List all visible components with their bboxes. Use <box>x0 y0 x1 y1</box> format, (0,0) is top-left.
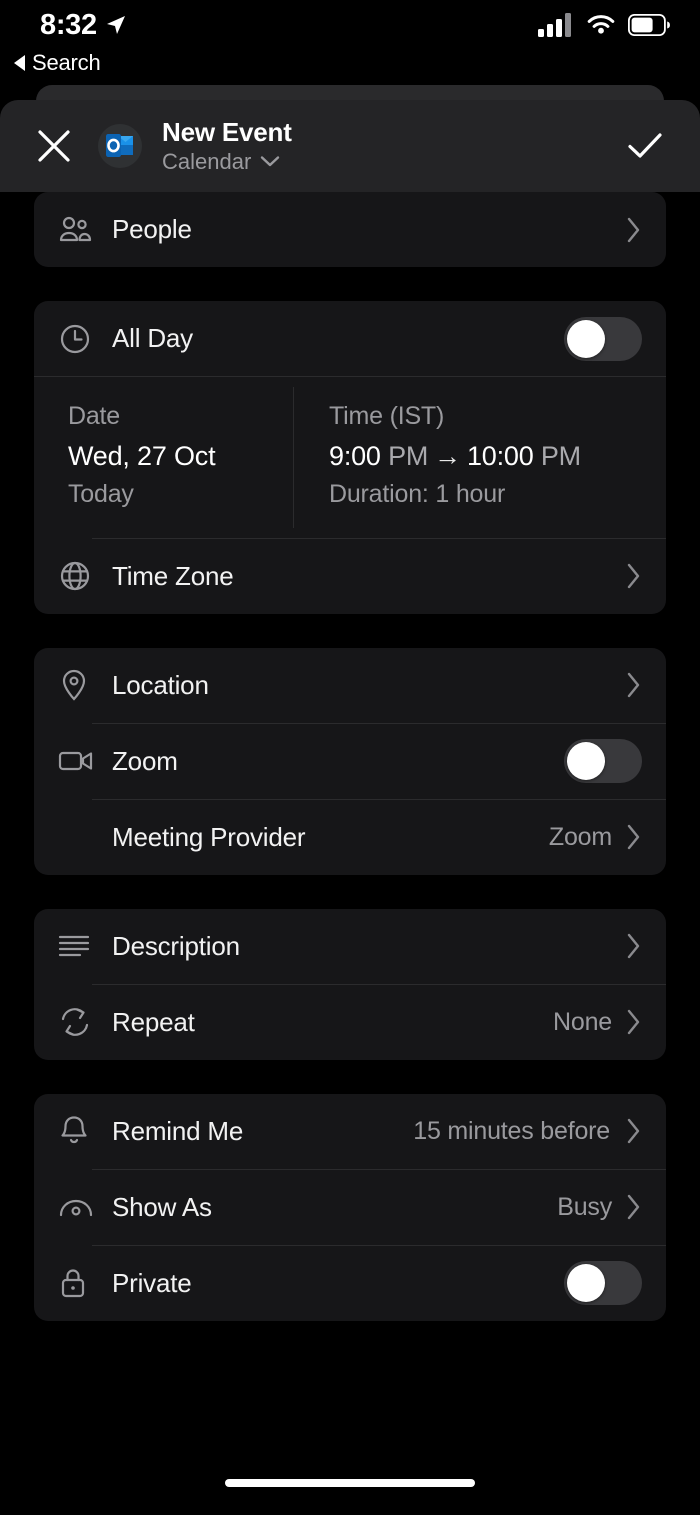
repeat-value: None <box>553 1007 612 1036</box>
home-indicator[interactable] <box>225 1479 475 1487</box>
cellular-signal-icon <box>538 13 571 37</box>
date-value: Wed, 27 Oct <box>68 440 216 471</box>
options-card: Remind Me 15 minutes before Show As Busy <box>34 1093 666 1321</box>
navigation-bar: New Event Calendar <box>0 100 700 192</box>
show-as-value: Busy <box>557 1192 612 1221</box>
row-label: People <box>112 214 192 244</box>
chevron-right-icon <box>627 1119 640 1144</box>
row-label: All Day <box>112 323 193 353</box>
date-relative: Today <box>68 480 134 509</box>
row-all-day[interactable]: All Day <box>34 301 666 376</box>
outlook-logo-icon <box>106 134 133 157</box>
status-bar-left: 8:32 <box>40 9 128 42</box>
repeat-icon <box>58 1006 108 1038</box>
row-label: Private <box>112 1267 192 1298</box>
time-column[interactable]: Time (IST) 9:00 PM → 10:00 PM Duration: 1 … <box>293 377 666 538</box>
wifi-icon <box>587 15 615 34</box>
lines-icon <box>58 933 108 959</box>
toggle-knob <box>567 742 605 781</box>
people-card: People <box>34 192 666 267</box>
status-bar-clock: 8:32 <box>40 8 97 41</box>
row-remind-me[interactable]: Remind Me 15 minutes before <box>34 1094 666 1169</box>
row-label: Description <box>112 930 240 961</box>
eye-icon <box>58 1195 108 1219</box>
remind-me-value: 15 minutes before <box>413 1116 610 1145</box>
date-caption: Date <box>68 402 121 430</box>
close-button[interactable] <box>28 120 80 172</box>
row-label: Repeat <box>112 1006 195 1037</box>
meeting-provider-value: Zoom <box>548 822 612 851</box>
row-show-as[interactable]: Show As Busy <box>34 1170 666 1245</box>
details-card: Description Repeat None <box>34 908 666 1060</box>
row-repeat[interactable]: Repeat None <box>34 985 666 1060</box>
checkmark-icon <box>628 133 662 158</box>
chevron-right-icon <box>627 934 640 959</box>
people-icon <box>58 215 108 245</box>
nav-title-group: New Event Calendar <box>162 116 292 174</box>
video-camera-icon <box>58 747 108 775</box>
time-arrow-icon: → <box>434 440 461 471</box>
row-time-zone[interactable]: Time Zone <box>34 539 666 614</box>
row-zoom[interactable]: Zoom <box>34 724 666 799</box>
row-private[interactable]: Private <box>34 1246 666 1321</box>
close-icon <box>38 130 70 162</box>
date-time-grid: Date Wed, 27 Oct Today Time (IST) 9:00 P… <box>34 377 666 538</box>
time-end-meridiem: PM <box>540 440 581 471</box>
calendar-name: Calendar <box>162 148 252 174</box>
zoom-toggle[interactable] <box>564 739 642 784</box>
time-range: 9:00 PM → 10:00 PM <box>329 436 666 477</box>
row-location[interactable]: Location <box>34 648 666 723</box>
chevron-right-icon <box>627 673 640 698</box>
back-to-search-button[interactable]: Search <box>14 50 101 76</box>
status-bar: 8:32 <box>0 0 700 50</box>
row-label: Zoom <box>112 745 178 776</box>
chevron-right-icon <box>627 217 640 242</box>
chevron-right-icon <box>627 825 640 850</box>
toggle-knob <box>567 1264 605 1303</box>
row-meeting-provider[interactable]: Meeting Provider Zoom <box>34 800 666 875</box>
globe-icon <box>58 559 108 593</box>
row-description[interactable]: Description <box>34 909 666 984</box>
battery-icon <box>628 14 670 36</box>
date-column[interactable]: Date Wed, 27 Oct Today <box>34 377 293 538</box>
time-start: 9:00 <box>329 440 381 471</box>
row-label: Show As <box>112 1191 212 1222</box>
row-label: Remind Me <box>112 1115 244 1146</box>
duration-label: Duration: 1 hour <box>329 480 506 509</box>
status-bar-right <box>538 12 670 38</box>
map-pin-icon <box>58 668 108 702</box>
location-arrow-icon <box>106 16 125 34</box>
time-caption: Time (IST) <box>329 402 445 430</box>
calendar-selector[interactable]: Calendar <box>162 149 292 174</box>
outlook-app-icon <box>98 124 142 168</box>
back-label: Search <box>32 50 101 75</box>
chevron-right-icon <box>627 1195 640 1220</box>
chevron-right-icon <box>627 564 640 589</box>
clock-icon <box>58 322 108 356</box>
phone-screen: 8:32 Search New Event Calendar People Al… <box>0 0 700 1515</box>
row-label: Location <box>112 669 209 700</box>
save-event-button[interactable] <box>618 119 672 173</box>
lock-icon <box>58 1266 108 1300</box>
time-start-meridiem: PM <box>388 440 429 471</box>
location-card: Location Zoom Meeting Provider Zoom <box>34 647 666 875</box>
row-people[interactable]: People <box>34 192 666 267</box>
row-label: Meeting Provider <box>112 821 306 852</box>
chevron-down-icon <box>261 156 280 167</box>
vertical-divider <box>293 387 294 528</box>
time-end: 10:00 <box>466 440 534 471</box>
private-toggle[interactable] <box>564 1261 642 1306</box>
toggle-knob <box>567 319 605 358</box>
bell-icon <box>58 1114 108 1148</box>
page-title: New Event <box>162 116 292 147</box>
row-label: Time Zone <box>112 560 234 591</box>
all-day-toggle[interactable] <box>564 316 642 361</box>
back-triangle-icon <box>14 55 25 71</box>
datetime-card: All Day Date Wed, 27 Oct Today Time (IST… <box>34 301 666 614</box>
chevron-right-icon <box>627 1010 640 1035</box>
event-form: People All Day Date Wed, 27 Oct Today Ti… <box>0 192 700 1355</box>
